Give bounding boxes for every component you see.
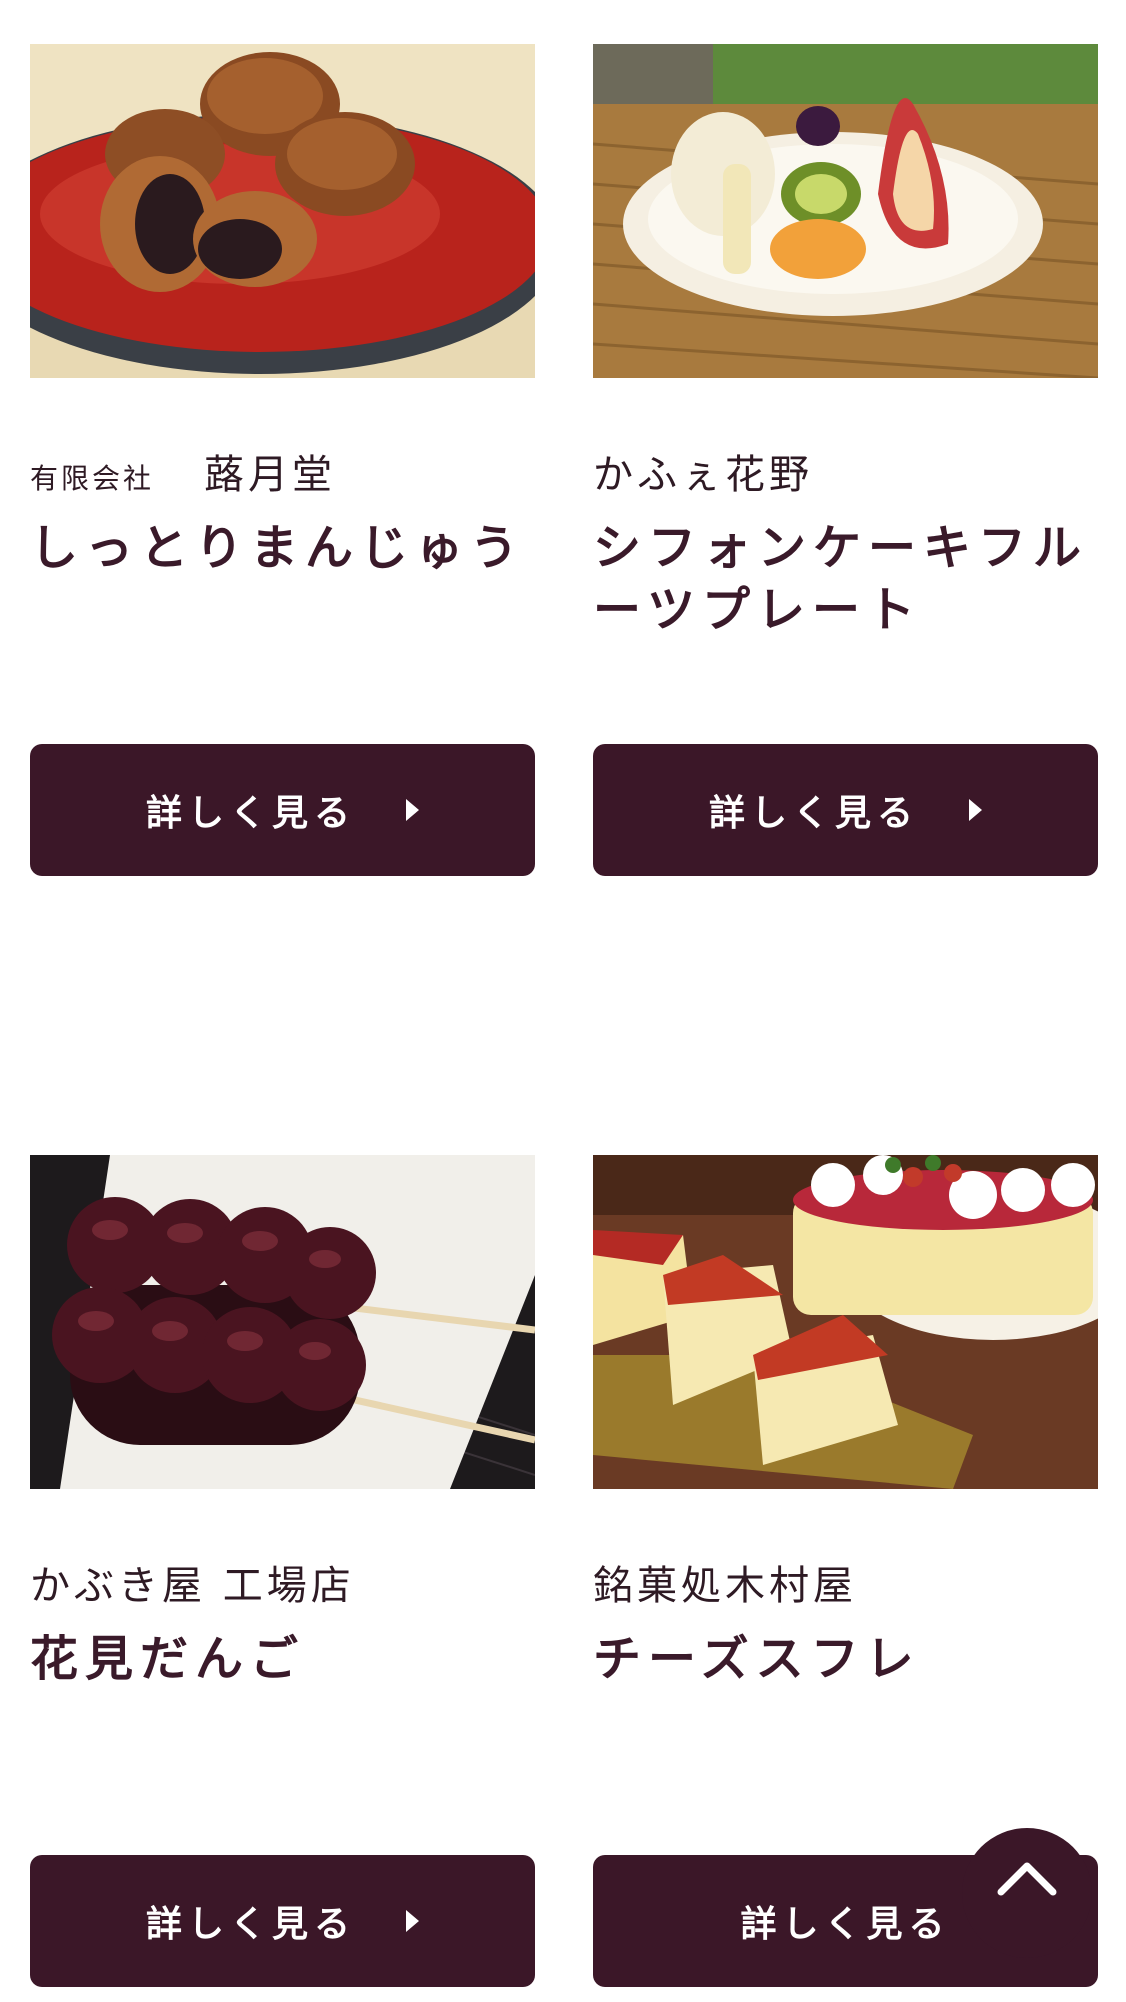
dango-photo: [30, 1155, 535, 1489]
product-card: かぶき屋 工場店 花見だんご 詳しく見る: [30, 1155, 535, 1987]
details-button-label: 詳しく見る: [740, 1904, 951, 1945]
product-photo[interactable]: [593, 44, 1098, 378]
details-button[interactable]: 詳しく見る: [30, 744, 535, 876]
shop-name: 銘菓処木村屋: [593, 1563, 857, 1609]
chevron-up-icon: [997, 1862, 1057, 1896]
product-photo[interactable]: [593, 1155, 1098, 1489]
corp-type: 有限会社: [30, 462, 155, 495]
product-name: しっとりまんじゅう: [30, 520, 526, 576]
product-card: 有限会社 蕗月堂 しっとりまんじゅう 詳しく見る: [30, 44, 535, 876]
details-button-label: 詳しく見る: [708, 793, 919, 834]
caret-right-icon: [406, 1910, 419, 1932]
product-name: チーズスフレ: [593, 1631, 921, 1687]
manju-photo: [30, 44, 535, 378]
product-photo[interactable]: [30, 1155, 535, 1489]
shop-name-text: 蕗月堂: [204, 452, 337, 498]
product-photo[interactable]: [30, 44, 535, 378]
product-card: 銘菓処木村屋 チーズスフレ 詳しく見る: [593, 1155, 1098, 1987]
shop-name: 有限会社 蕗月堂: [30, 449, 535, 501]
product-name: シフォンケーキフルーツプレート: [593, 520, 1089, 638]
fruit-plate-photo: [593, 44, 1098, 378]
product-card: かふぇ花野 シフォンケーキフルーツプレート 詳しく見る: [593, 44, 1098, 876]
cheese-souffle-photo: [593, 1155, 1098, 1489]
shop-name: かふぇ花野: [593, 452, 813, 498]
details-button-label: 詳しく見る: [145, 793, 356, 834]
caret-right-icon: [969, 799, 982, 821]
product-name: 花見だんご: [30, 1631, 306, 1687]
details-button[interactable]: 詳しく見る: [30, 1855, 535, 1987]
caret-right-icon: [406, 799, 419, 821]
shop-name: かぶき屋 工場店: [30, 1563, 355, 1609]
details-button-label: 詳しく見る: [145, 1904, 356, 1945]
back-to-top-button[interactable]: [962, 1828, 1092, 1958]
details-button[interactable]: 詳しく見る: [593, 744, 1098, 876]
